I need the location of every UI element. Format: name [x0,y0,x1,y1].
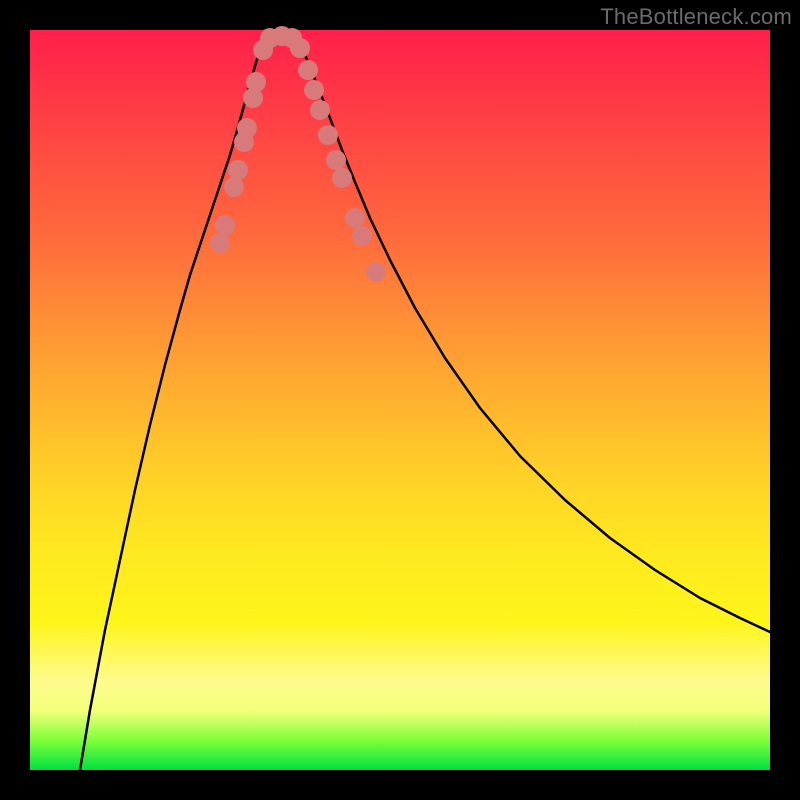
data-marker [215,215,235,235]
data-marker [246,72,266,92]
plot-area [30,30,770,770]
data-marker [326,150,346,170]
data-marker [310,100,330,120]
data-marker [210,233,230,253]
watermark-text: TheBottleneck.com [600,4,792,30]
chart-frame: TheBottleneck.com [0,0,800,800]
data-marker [228,160,248,180]
data-marker [366,262,386,282]
data-marker [237,118,257,138]
data-marker [352,226,372,246]
curve-path [80,34,770,770]
data-marker [304,80,324,100]
bottleneck-curve [80,34,770,770]
data-marker [290,38,310,58]
data-marker [345,208,365,228]
data-marker [298,60,318,80]
data-marker [318,125,338,145]
data-marker [332,168,352,188]
chart-overlay [30,30,770,770]
data-marker [224,177,244,197]
data-markers [210,26,386,282]
